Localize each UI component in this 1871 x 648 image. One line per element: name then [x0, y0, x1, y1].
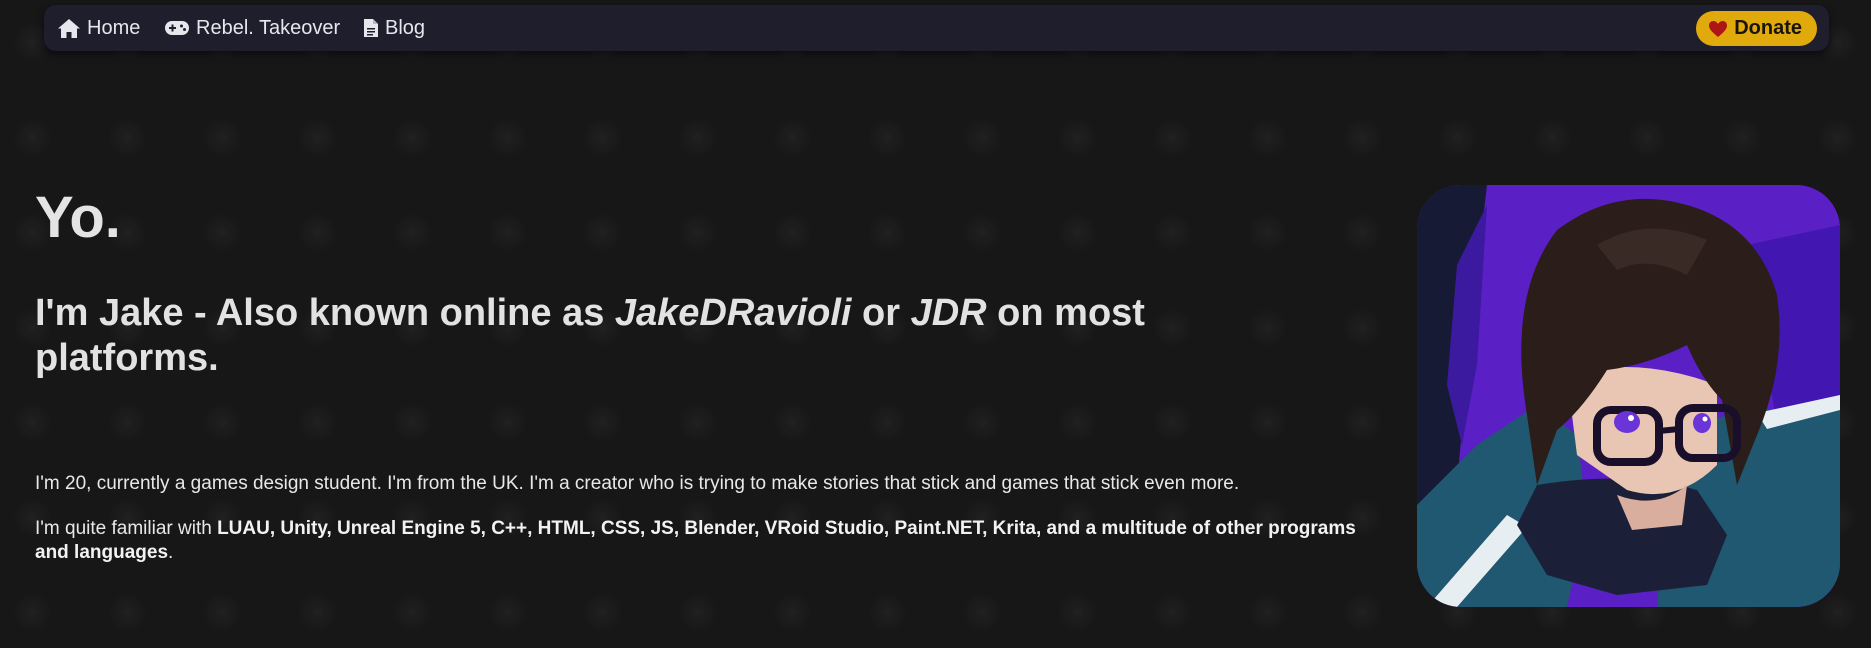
- heart-icon: [1709, 20, 1728, 37]
- hero-sub-mid: or: [851, 292, 911, 334]
- hero-subtitle: I'm Jake - Also known online as JakeDRav…: [35, 291, 1275, 381]
- nav-rebel-takeover-link[interactable]: Rebel. Takeover: [164, 5, 340, 51]
- hero-sub-prefix: I'm Jake - Also known online as: [35, 292, 615, 334]
- donate-button[interactable]: Donate: [1696, 11, 1817, 46]
- skills-paragraph: I'm quite familiar with LUAU, Unity, Unr…: [35, 517, 1365, 565]
- nav-blog-label: Blog: [385, 16, 426, 39]
- top-navbar: Home Rebel. Takeover Blog Donate: [44, 5, 1829, 51]
- home-icon: [58, 18, 80, 38]
- alias-jakedravioli: JakeDRavioli: [614, 292, 852, 334]
- nav-rebel-takeover-label: Rebel. Takeover: [196, 16, 341, 39]
- donate-label: Donate: [1734, 17, 1802, 39]
- skills-list: LUAU, Unity, Unreal Engine 5, C++, HTML,…: [35, 518, 1356, 563]
- nav-home-label: Home: [87, 16, 141, 39]
- hero-title: Yo.: [35, 185, 121, 250]
- skills-suffix: .: [168, 542, 174, 563]
- document-icon: [364, 19, 378, 37]
- alias-jdr: JDR: [910, 292, 987, 334]
- nav-home-link[interactable]: Home: [57, 5, 140, 51]
- skills-prefix: I'm quite familiar with: [35, 518, 218, 539]
- avatar-image: [1417, 185, 1840, 607]
- gamepad-icon: [165, 21, 189, 35]
- about-paragraph: I'm 20, currently a games design student…: [35, 473, 1240, 494]
- nav-blog-link[interactable]: Blog: [363, 5, 425, 51]
